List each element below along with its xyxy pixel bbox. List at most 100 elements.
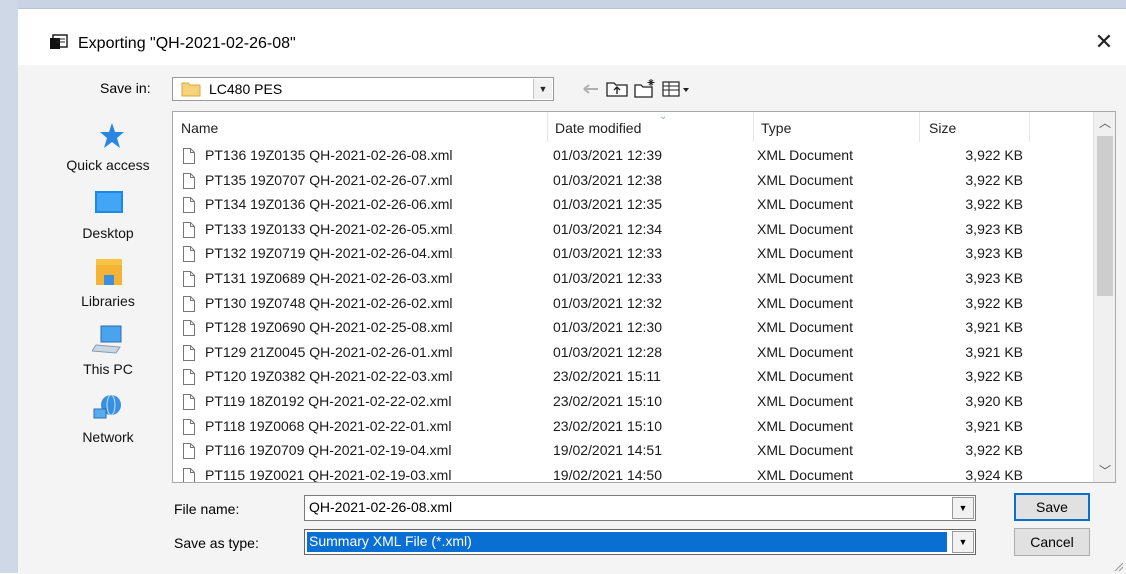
- file-row[interactable]: PT120 19Z0382 QH-2021-02-22-03.xml 23/02/…: [173, 365, 1093, 389]
- xml-file-icon: [183, 148, 195, 164]
- file-type: XML Document: [757, 393, 853, 409]
- file-date-modified: 19/02/2021 14:51: [553, 442, 662, 459]
- file-row[interactable]: PT119 18Z0192 QH-2021-02-22-02.xml 23/02/…: [173, 390, 1093, 414]
- back-arrow-icon: [583, 84, 598, 94]
- resize-grip-icon[interactable]: [1112, 560, 1124, 572]
- file-size: 3,922 KB: [965, 171, 1023, 188]
- file-date-modified: 23/02/2021 15:10: [553, 393, 662, 409]
- window-frame-top: [0, 0, 1126, 8]
- file-row[interactable]: PT136 19Z0135 QH-2021-02-26-08.xml 01/03/…: [173, 144, 1093, 168]
- xml-file-icon: [183, 344, 195, 361]
- close-icon: ✕: [1094, 29, 1114, 54]
- scroll-up-icon[interactable]: ︿: [1094, 112, 1115, 134]
- xml-file-icon: [183, 246, 195, 263]
- vertical-scrollbar[interactable]: ︿ ﹀: [1093, 112, 1115, 482]
- file-date-modified: 19/02/2021 14:50: [553, 466, 662, 483]
- places-bar: Quick access Desktop Libraries This PC N…: [42, 111, 174, 483]
- save-in-value: LC480 PES: [209, 81, 283, 97]
- column-divider[interactable]: [547, 112, 548, 142]
- file-type: XML Document: [757, 368, 853, 385]
- folder-icon: [181, 82, 201, 97]
- save-in-dropdown[interactable]: LC480 PES ▼: [172, 77, 554, 101]
- xml-file-icon: [183, 369, 195, 386]
- file-name: PT116 19Z0709 QH-2021-02-19-04.xml: [205, 442, 452, 459]
- file-date-modified: 01/03/2021 12:38: [553, 171, 662, 188]
- file-type: XML Document: [757, 343, 853, 360]
- sort-indicator-icon: ⌄: [659, 111, 668, 122]
- place-desktop[interactable]: Desktop: [42, 189, 174, 255]
- file-size: 3,921 KB: [965, 343, 1023, 360]
- column-header: Name ⌄ Date modified Type Size: [173, 112, 1093, 142]
- save-button[interactable]: Save: [1014, 493, 1090, 521]
- new-folder-button[interactable]: [632, 77, 658, 101]
- file-type: XML Document: [757, 466, 853, 483]
- file-name-value: QH-2021-02-26-08.xml: [309, 499, 453, 515]
- xml-file-icon: [183, 467, 195, 482]
- place-this-pc[interactable]: This PC: [42, 325, 174, 391]
- place-network[interactable]: Network: [42, 393, 174, 459]
- file-name: PT118 19Z0068 QH-2021-02-22-01.xml: [205, 417, 452, 434]
- network-icon: [93, 394, 121, 419]
- column-divider[interactable]: [753, 112, 754, 142]
- new-folder-icon: [634, 79, 655, 98]
- file-name: PT131 19Z0689 QH-2021-02-26-03.xml: [205, 270, 453, 286]
- file-date-modified: 01/03/2021 12:35: [553, 196, 662, 213]
- file-row[interactable]: PT115 19Z0021 QH-2021-02-19-03.xml 19/02/…: [173, 464, 1093, 483]
- place-quick-access[interactable]: Quick access: [42, 121, 174, 187]
- file-row[interactable]: PT118 19Z0068 QH-2021-02-22-01.xml 23/02/…: [173, 415, 1093, 439]
- column-type[interactable]: Type: [761, 120, 791, 136]
- file-row[interactable]: PT129 21Z0045 QH-2021-02-26-01.xml 01/03/…: [173, 341, 1093, 365]
- place-label: Desktop: [82, 225, 134, 241]
- save-as-type-label: Save as type:: [174, 535, 259, 551]
- back-button[interactable]: [578, 77, 604, 101]
- xml-file-icon: [183, 295, 195, 312]
- file-name: PT129 21Z0045 QH-2021-02-26-01.xml: [205, 343, 453, 360]
- dialog-title: Exporting "QH-2021-02-26-08": [78, 35, 296, 52]
- file-row[interactable]: PT116 19Z0709 QH-2021-02-19-04.xml 19/02/…: [173, 439, 1093, 463]
- file-list[interactable]: Name ⌄ Date modified Type Size PT136 19Z…: [172, 111, 1116, 483]
- export-dialog: Exporting "QH-2021-02-26-08" ✕ Save in: …: [18, 8, 1126, 574]
- place-label: Network: [82, 429, 134, 445]
- toolbar: [578, 77, 698, 101]
- file-date-modified: 01/03/2021 12:34: [553, 220, 662, 237]
- file-row[interactable]: PT128 19Z0690 QH-2021-02-25-08.xml 01/03/…: [173, 316, 1093, 340]
- window-frame-left: [0, 0, 18, 573]
- export-app-icon: [50, 34, 68, 49]
- column-divider[interactable]: [1029, 112, 1030, 142]
- xml-file-icon: [183, 443, 195, 460]
- xml-file-icon: [183, 221, 195, 238]
- xml-file-icon: [183, 394, 195, 410]
- file-row[interactable]: PT133 19Z0133 QH-2021-02-26-05.xml 01/03/…: [173, 218, 1093, 242]
- column-date-modified[interactable]: Date modified: [555, 120, 641, 136]
- close-button[interactable]: ✕: [1088, 27, 1120, 57]
- scroll-down-icon[interactable]: ﹀: [1094, 460, 1115, 482]
- file-size: 3,923 KB: [965, 220, 1023, 237]
- save-as-type-dropdown[interactable]: Summary XML File (*.xml) ▼: [304, 529, 976, 555]
- file-row[interactable]: PT134 19Z0136 QH-2021-02-26-06.xml 01/03/…: [173, 193, 1093, 217]
- file-size: 3,922 KB: [965, 294, 1023, 311]
- place-libraries[interactable]: Libraries: [42, 257, 174, 323]
- file-row[interactable]: PT131 19Z0689 QH-2021-02-26-03.xml 01/03/…: [173, 267, 1093, 291]
- cancel-button[interactable]: Cancel: [1014, 528, 1090, 556]
- file-size: 3,923 KB: [965, 270, 1023, 286]
- file-type: XML Document: [757, 319, 853, 336]
- column-name[interactable]: Name: [181, 120, 218, 136]
- file-row[interactable]: PT132 19Z0719 QH-2021-02-26-04.xml 01/03/…: [173, 242, 1093, 266]
- column-divider[interactable]: [919, 112, 920, 142]
- column-size[interactable]: Size: [929, 120, 956, 136]
- file-type: XML Document: [757, 245, 853, 262]
- file-name-field[interactable]: QH-2021-02-26-08.xml ▼: [304, 495, 976, 521]
- chevron-down-icon[interactable]: ▼: [952, 497, 974, 519]
- file-size: 3,923 KB: [965, 245, 1023, 262]
- file-row[interactable]: PT135 19Z0707 QH-2021-02-26-07.xml 01/03/…: [173, 169, 1093, 193]
- file-name: PT120 19Z0382 QH-2021-02-22-03.xml: [205, 368, 453, 385]
- file-row[interactable]: PT130 19Z0748 QH-2021-02-26-02.xml 01/03/…: [173, 292, 1093, 316]
- up-folder-button[interactable]: [604, 77, 630, 101]
- file-type: XML Document: [757, 171, 853, 188]
- file-date-modified: 01/03/2021 12:33: [553, 270, 662, 286]
- chevron-down-icon[interactable]: ▼: [952, 531, 974, 553]
- chevron-down-icon[interactable]: ▼: [533, 79, 552, 99]
- file-type: XML Document: [757, 294, 853, 311]
- view-menu-button[interactable]: [660, 77, 694, 101]
- scroll-thumb[interactable]: [1097, 136, 1113, 296]
